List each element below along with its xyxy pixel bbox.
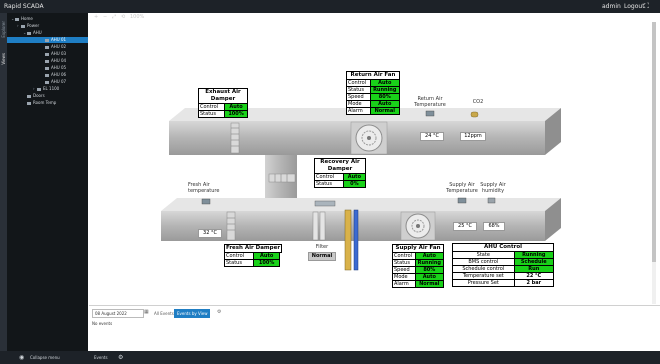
supply-temp-label: Supply Air Temperature [446,182,478,194]
settings-gear-icon[interactable]: ⚙ [217,309,221,315]
view-icon [45,52,49,56]
tab-views[interactable]: Views [1,53,6,65]
events-panel: 08 August 2022 ▦ All Events Events by Vi… [89,305,660,352]
calendar-icon[interactable]: ▦ [144,309,149,315]
reset-zoom-icon[interactable]: ⟲ [121,14,125,20]
tree-item-ahu-07[interactable]: AHU 07 [45,79,66,85]
folder-icon [21,24,25,28]
return-temp-label: Return Air Temperature [414,96,446,108]
sidebar-tree: ⌄ Home › Power ⌄ AHU AHU 01 AHU 02 AHU 03 A… [7,13,88,351]
tree-item-room-temp[interactable]: Room Temp [27,100,56,106]
supply-temp-value: 25 °C [453,222,477,231]
co2-sensor-icon [470,111,479,118]
co2-value: 12ppm [460,132,486,141]
fullscreen-icon[interactable]: ⛶ [644,2,649,11]
event-date-input[interactable]: 08 August 2022 [92,309,144,318]
tree-item-home[interactable]: ⌄ Home [11,16,33,22]
recovery-damper-louvres [268,173,296,183]
tab-explorer[interactable]: Explorer [1,21,6,38]
app-title: Rapid SCADA [4,3,44,10]
view-icon [45,38,49,42]
view-icon [45,45,49,49]
view-icon [45,66,49,70]
return-fan-icon [350,121,388,155]
supply-fan-icon [400,211,436,241]
collapse-menu-icon[interactable]: ◉ [19,354,24,361]
top-bar: Rapid SCADA admin Logout ⛶ [0,0,660,13]
fresh-temp-value: 32 °C [198,229,222,238]
zoom-out-icon[interactable]: − [103,14,107,20]
view-icon [27,94,31,98]
lower-duct-top [161,198,561,211]
ahu-schematic [161,108,561,271]
fit-icon[interactable]: ⤢ [112,14,116,20]
cooling-coil [353,209,359,271]
tree-item-power[interactable]: › Power [17,23,39,29]
fresh-temp-sensor-icon [201,198,211,205]
tab-events-by-view[interactable]: Events by View [174,309,211,318]
fresh-temp-label: Fresh Air temperature [188,182,220,194]
filter-element [319,211,326,241]
tab-all-events[interactable]: All Events [152,309,176,318]
supply-temp-sensor-icon [457,197,467,204]
supply-humidity-value: 68% [483,222,505,231]
exhaust-damper-title: Exhaust Air Damper [198,88,248,104]
side-rail: Explorer Views [0,13,7,351]
view-toolbar: + − ⤢ ⟲ 100% [89,13,660,21]
zoom-in-icon[interactable]: + [94,14,98,20]
view-icon [45,73,49,77]
supply-humidity-label: Supply Air humidity [480,182,506,194]
fresh-damper-louvres [226,211,236,241]
ahu-control-table: State Running BMS control Schedule Schedul… [452,251,555,287]
supply-fan-table: Control Auto Status Running Speed 80% Mode A… [392,252,445,288]
exhaust-damper-table: Control Auto Status 100% [197,103,248,118]
humidity-sensor-icon [487,197,496,204]
return-temp-value: 24 °C [420,132,444,141]
tree-item-el-1100[interactable]: › EL 1100 [33,86,59,92]
tree-item-ahu-04[interactable]: AHU 04 [45,58,66,64]
view-icon [45,59,49,63]
bottom-bar: ◉ Collapse menu Events ⚙ [0,351,660,364]
view-icon [27,101,31,105]
home-icon [15,17,19,21]
filter-element [312,211,319,241]
recovery-damper-title: Recovery Air Damper [314,158,366,174]
return-fan-table: Control Auto Status Running Speed 80% Mode A… [346,79,401,115]
no-events-text: No events [92,321,113,326]
tree-item-ahu[interactable]: ⌄ AHU [23,30,42,36]
pressure-sensor-icon [314,200,336,207]
tree-item-ahu-05[interactable]: AHU 05 [45,65,66,71]
tree-item-ahu-06[interactable]: AHU 06 [45,72,66,78]
tree-item-doors[interactable]: Doors [27,93,45,99]
folder-icon [27,31,31,35]
user-link[interactable]: admin [602,3,621,10]
exhaust-damper-louvres [230,122,240,154]
return-temp-sensor-icon [425,110,435,117]
tree-item-ahu-01[interactable]: AHU 01 [7,37,88,43]
recovery-damper-table: Control Auto Status 0% [314,173,367,188]
filter-status: Normal [308,252,336,261]
events-gear-icon[interactable]: ⚙ [118,354,123,361]
heating-coil [344,209,352,271]
logout-link[interactable]: Logout [624,3,645,10]
view-icon [45,80,49,84]
folder-icon [37,87,41,91]
schematic-scrollbar-thumb[interactable] [652,22,656,262]
tree-item-ahu-03[interactable]: AHU 03 [45,51,66,57]
zoom-level: 100% [130,14,145,20]
collapse-menu-label[interactable]: Collapse menu [30,355,60,360]
tree-item-ahu-02[interactable]: AHU 02 [45,44,66,50]
filter-label: Filter [315,244,329,250]
fresh-damper-table: Control Auto Status 100% [223,252,280,267]
co2-label: CO2 [472,99,484,105]
events-label[interactable]: Events [94,355,108,360]
